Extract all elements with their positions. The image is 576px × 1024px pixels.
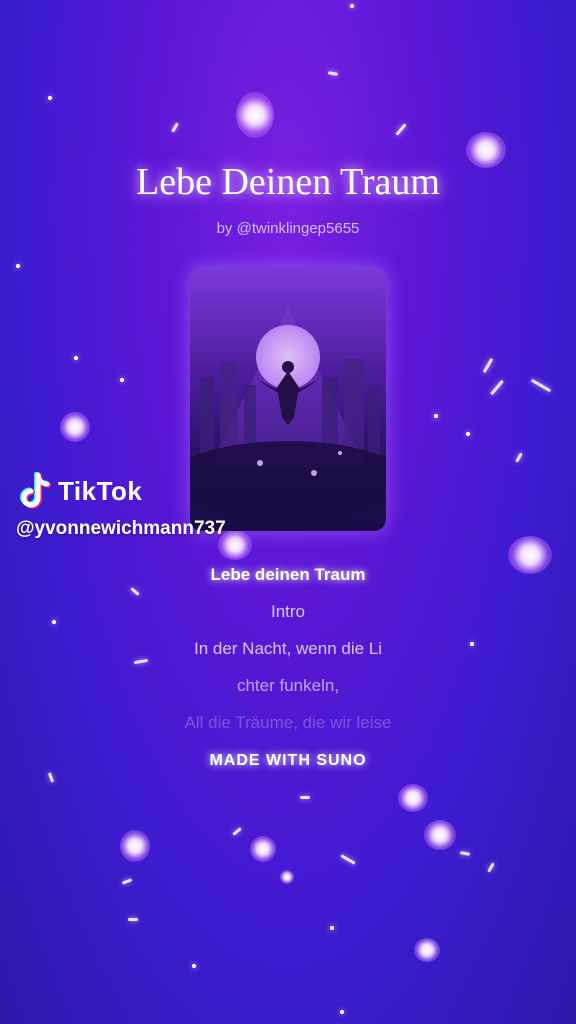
lyrics-panel: Lebe deinen Traum Intro In der Nacht, we… [0, 556, 576, 741]
lyric-line: All die Träume, die wir leise [184, 713, 392, 732]
tiktok-watermark: TikTok [18, 472, 142, 510]
tiktok-brand-label: TikTok [58, 475, 143, 506]
lyric-line: chter funkeln, [236, 676, 340, 695]
creator-handle: @yvonnewichmann737 [16, 518, 226, 539]
lyric-line: Lebe deinen Traum [210, 565, 366, 584]
made-with-suno-label: MADE WITH SUNO [209, 752, 367, 769]
lyric-line: Intro [270, 602, 306, 621]
song-title: Lebe Deinen Traum [136, 161, 440, 203]
album-cover [190, 267, 386, 531]
lyric-line: In der Nacht, wenn die Li [193, 639, 383, 658]
tiktok-note-icon [20, 472, 51, 509]
song-byline: by @twinklingep5655 [216, 220, 360, 237]
